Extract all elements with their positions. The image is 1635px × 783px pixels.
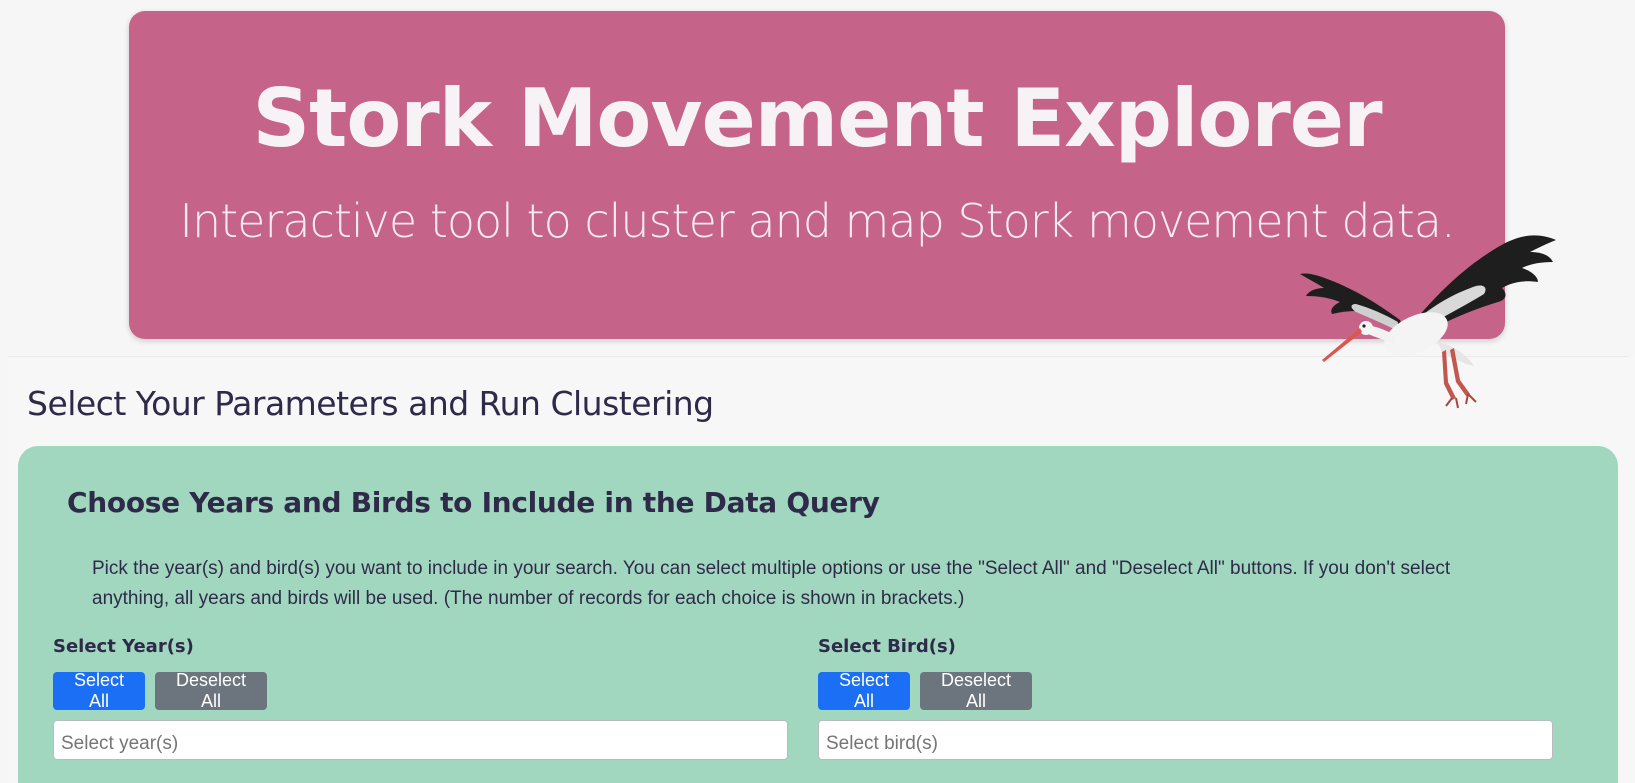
stork-icon: [1300, 235, 1556, 409]
bird-select-label: Select Bird(s): [818, 636, 956, 657]
select-all-birds-button[interactable]: Select All: [818, 670, 910, 711]
deselect-all-birds-button[interactable]: Deselect All: [920, 670, 1032, 711]
select-all-years-button[interactable]: Select All: [53, 670, 145, 711]
params-heading: Select Your Parameters and Run Clusterin…: [27, 384, 714, 423]
bird-select-input[interactable]: Select bird(s): [818, 720, 1553, 760]
query-description: Pick the year(s) and bird(s) you want to…: [92, 558, 1451, 609]
query-title: Choose Years and Birds to Include in the…: [67, 486, 880, 519]
year-select-input[interactable]: Select year(s): [53, 720, 788, 760]
year-select-label: Select Year(s): [53, 636, 194, 657]
hero-title: Stork Movement Explorer: [252, 72, 1382, 165]
deselect-all-years-button[interactable]: Deselect All: [155, 670, 267, 711]
page: Stork Movement Explorer Interactive tool…: [0, 0, 1635, 783]
